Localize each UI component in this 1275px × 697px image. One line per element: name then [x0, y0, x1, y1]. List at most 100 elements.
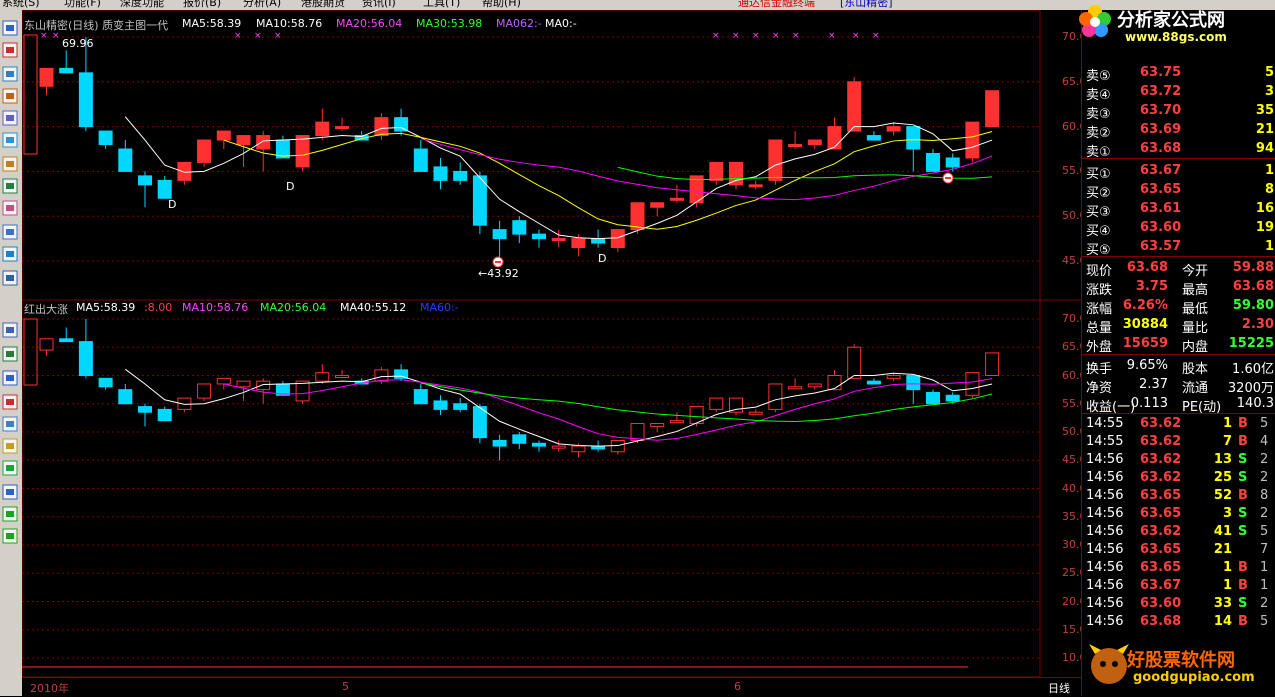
tick-count: 2	[1260, 452, 1269, 467]
ad-stock-tag[interactable]: [东山精密]	[840, 0, 893, 8]
candle-body	[492, 229, 507, 240]
signal-marker: ×	[234, 31, 242, 41]
ask-row: 卖③ 63.70 35	[1082, 102, 1275, 122]
candle-body	[788, 144, 803, 148]
candle-body	[985, 352, 1000, 376]
menu-item[interactable]: 深度功能	[120, 0, 164, 8]
finance-value: 140.3	[1236, 396, 1274, 411]
finance-label: 股本	[1182, 362, 1209, 377]
date-axis: 2010年 5 6 日线	[22, 677, 1081, 697]
quote-label: 涨幅	[1086, 302, 1113, 317]
menu-item[interactable]: 工具(T)	[423, 0, 460, 8]
period-label[interactable]: 日线	[1048, 680, 1070, 696]
quote-label: 总量	[1086, 321, 1113, 336]
tick-volume: 41	[1213, 524, 1232, 539]
candle-body	[866, 380, 881, 385]
candle-body	[945, 394, 960, 402]
bid-label: 买③	[1086, 205, 1111, 220]
ask-price: 63.75	[1140, 65, 1182, 80]
candle-body	[807, 383, 822, 388]
menu-item[interactable]: 分析(A)	[243, 0, 281, 8]
menu-item[interactable]: 帮助(H)	[482, 0, 521, 8]
table-icon[interactable]	[2, 132, 18, 148]
tick-price: 63.68	[1140, 614, 1182, 629]
tick-row: 14:56 63.65 3 S 2	[1082, 506, 1275, 524]
news-icon[interactable]	[2, 224, 18, 240]
menu-item[interactable]: 功能(F)	[64, 0, 101, 8]
candle-body	[236, 135, 251, 146]
candle-body	[315, 121, 330, 137]
candle-body	[906, 126, 921, 150]
candle-body	[650, 202, 665, 208]
tick-side: S	[1238, 524, 1248, 539]
ad-text[interactable]: 通达信金融终端	[738, 0, 815, 8]
tick-count: 1	[1260, 560, 1269, 575]
logo-top-text: 分析家公式网	[1117, 10, 1225, 31]
tick-row: 14:56 63.62 25 S 2	[1082, 470, 1275, 488]
tick-count: 5	[1260, 614, 1269, 629]
menu-item[interactable]: 资讯(I)	[362, 0, 396, 8]
date-june: 6	[734, 680, 741, 693]
candle-body	[78, 341, 93, 377]
search-icon[interactable]	[2, 246, 18, 262]
ask-row: 卖② 63.69 21	[1082, 121, 1275, 141]
candle-body	[197, 383, 212, 399]
left-toolbar	[0, 10, 23, 696]
up-arrow-icon[interactable]	[2, 506, 18, 522]
ma10-line	[223, 131, 993, 230]
chart-icon[interactable]	[2, 156, 18, 172]
tick-time: 14:55	[1086, 434, 1124, 449]
pencil-icon[interactable]	[2, 438, 18, 454]
dollar-icon[interactable]	[2, 394, 18, 410]
candle-body	[965, 121, 980, 159]
candle-body	[197, 139, 212, 163]
finance-value: 2.37	[1139, 377, 1168, 392]
pen-icon[interactable]	[2, 416, 18, 432]
export-icon[interactable]	[2, 460, 18, 476]
candle-body	[827, 375, 842, 391]
tick-count: 7	[1260, 542, 1269, 557]
menu-item[interactable]: 报价(B)	[183, 0, 221, 8]
quote-value: 15659	[1122, 336, 1168, 351]
logo-top: 分析家公式网 www.88gs.com	[1075, 0, 1275, 46]
chart-area[interactable]: × × × × × × × × × × × × × 东山精密(日线) 质变主图一代 MA5:58.39 …	[22, 10, 1094, 678]
tick-side: B	[1238, 614, 1248, 629]
rsi-icon[interactable]	[2, 322, 18, 338]
screen-icon[interactable]	[2, 346, 18, 362]
people-icon[interactable]	[2, 200, 18, 216]
down-arrow-icon[interactable]	[2, 528, 18, 544]
ask-volume: 21	[1255, 122, 1274, 137]
menu-item[interactable]: 系统(S)	[2, 0, 40, 8]
gear-icon[interactable]	[2, 178, 18, 194]
finance-value: 9.65%	[1126, 358, 1168, 373]
finance-value: 1.60亿	[1232, 362, 1274, 377]
candle-icon[interactable]	[2, 42, 18, 58]
quote-value: 15225	[1228, 336, 1274, 351]
candle-body	[157, 179, 172, 199]
line-icon[interactable]	[2, 20, 18, 36]
bid-row: 买④ 63.60 19	[1082, 219, 1275, 239]
etf-icon[interactable]	[2, 270, 18, 286]
tick-price: 63.62	[1140, 524, 1182, 539]
move-icon[interactable]	[2, 484, 18, 500]
candle-body	[768, 383, 783, 410]
grid-icon[interactable]	[2, 110, 18, 126]
list-icon[interactable]	[2, 370, 18, 386]
tick-time: 14:56	[1086, 488, 1124, 503]
candle-body	[512, 220, 527, 235]
candle-body	[650, 423, 665, 427]
tick-side: B	[1238, 416, 1248, 431]
kline-chart[interactable]: × × × × × × × × × × × × ×	[22, 10, 1081, 678]
trend-icon[interactable]	[2, 66, 18, 82]
bar-icon[interactable]	[2, 88, 18, 104]
candle-body	[807, 139, 822, 146]
tick-time: 14:56	[1086, 560, 1124, 575]
candle-body	[335, 375, 349, 378]
candle-body	[532, 442, 546, 447]
candle-body	[256, 380, 271, 391]
tick-count: 5	[1260, 416, 1269, 431]
tick-time: 14:55	[1086, 416, 1124, 431]
ask-label: 卖⑤	[1086, 69, 1111, 84]
menu-item[interactable]: 港股期货	[301, 0, 345, 8]
tick-side: B	[1238, 578, 1248, 593]
